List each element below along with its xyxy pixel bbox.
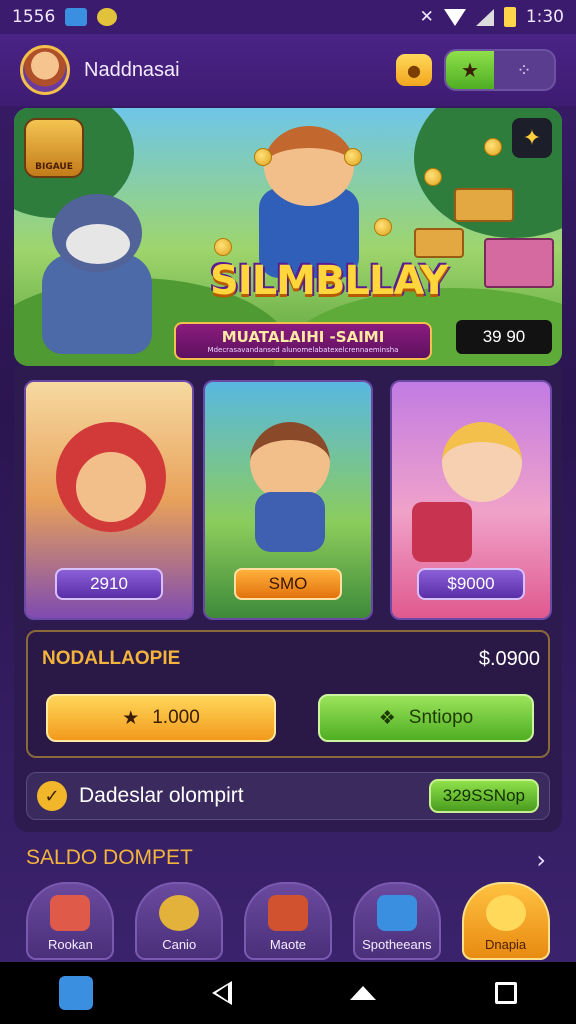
status-left-text: 1556 — [12, 7, 56, 27]
coin-icon — [344, 148, 362, 166]
bear-character-illustration — [32, 194, 162, 362]
gift-box-icon — [484, 238, 554, 288]
section-title: SALDO DOMPET — [26, 846, 193, 869]
tab-label: Spotheeans — [362, 937, 432, 952]
home-icon[interactable] — [350, 986, 377, 1000]
tab-label: Canio — [162, 937, 197, 952]
status-bar: 1556 ✕ 1:30 — [0, 0, 576, 34]
coin-icon — [374, 218, 392, 236]
shop-card[interactable]: $9000 — [390, 380, 552, 620]
gift-box-icon — [412, 502, 472, 562]
hero-ribbon: MUATALAIHI -SAIMI Mdecrasavandansed alun… — [174, 322, 432, 360]
back-icon[interactable] — [211, 981, 232, 1005]
star-icon: ★ — [461, 58, 479, 82]
shop-panel: 2910 SMO $9000 NODALLAOPIE $.0900 ★ 1.00… — [14, 366, 562, 832]
tab-spotheeans[interactable]: Spotheeans — [352, 882, 441, 960]
hero-price-tag[interactable]: 39 90 — [456, 320, 552, 354]
coin-icon: ● — [407, 60, 421, 80]
tab-dnapia[interactable]: Dnapia — [461, 882, 550, 960]
buy-gold-label: 1.000 — [152, 707, 200, 728]
coin-icon — [214, 238, 232, 256]
shop-card[interactable]: 2910 — [24, 380, 194, 620]
hero-badge: BIGAUE — [24, 118, 84, 178]
toggle-on-segment[interactable]: ★ — [446, 51, 494, 89]
status-time: 1:30 — [525, 7, 564, 27]
recent-apps-icon[interactable] — [494, 982, 517, 1004]
card-price[interactable]: 2910 — [55, 568, 163, 600]
coin-icon — [254, 148, 272, 166]
app-header: Naddnasai ● ★ ⁘ — [0, 34, 576, 106]
coin-button[interactable]: ● — [396, 54, 432, 86]
tab-label: Dnapia — [484, 937, 527, 952]
photo-notification-icon — [65, 8, 88, 26]
tab-rookan[interactable]: Rookan — [26, 882, 115, 960]
bottom-tab-bar: Rookan Canio Maote Spotheeans Dnapia — [0, 882, 576, 962]
buy-gold-button[interactable]: ★ 1.000 — [46, 694, 276, 742]
chevron-right-icon[interactable]: › — [536, 846, 546, 874]
mute-icon: ✕ — [419, 7, 434, 27]
rocket-icon — [50, 895, 91, 931]
chest-icon — [454, 188, 514, 222]
leaf-icon: ❖ — [378, 708, 396, 729]
check-icon: ✓ — [37, 781, 67, 811]
puzzle-icon — [159, 895, 200, 931]
wallet-text: Dadeslar olompirt — [79, 784, 244, 807]
wallet-pill-button[interactable]: 329SSNop — [428, 779, 539, 813]
grid-icon: ⁘ — [516, 59, 532, 81]
character-face — [76, 452, 146, 522]
tab-maote[interactable]: Maote — [243, 882, 332, 960]
coin-icon — [424, 168, 442, 186]
mode-toggle[interactable]: ★ ⁘ — [444, 49, 556, 91]
username: Naddnasai — [84, 58, 180, 81]
smiley-icon — [485, 895, 526, 931]
buy-green-label: Sntiopo — [408, 707, 474, 728]
coin-icon — [484, 138, 502, 156]
signal-icon — [475, 8, 494, 26]
battery-icon — [503, 7, 516, 27]
toggle-off-segment[interactable]: ⁘ — [494, 51, 554, 89]
tab-canio[interactable]: Canio — [135, 882, 224, 960]
hero-badge-label: BIGAUE — [35, 162, 73, 172]
purchase-box: NODALLAOPIE $.0900 ★ 1.000 ❖ Sntiopo — [26, 630, 550, 758]
star-icon: ★ — [122, 708, 140, 729]
card-price[interactable]: $9000 — [417, 568, 525, 600]
book-icon — [267, 895, 308, 931]
ribbon-title: MUATALAIHI -SAIMI — [221, 328, 385, 346]
chest-icon — [414, 228, 464, 258]
adventurer-character-illustration — [250, 422, 330, 502]
game-notification-icon — [97, 8, 118, 26]
wifi-icon — [443, 8, 466, 26]
safe-icon — [376, 895, 417, 931]
character-body — [255, 492, 325, 552]
shop-card[interactable]: SMO — [203, 380, 373, 620]
system-nav-bar — [0, 962, 576, 1024]
buy-green-button[interactable]: ❖ Sntiopo — [318, 694, 534, 742]
tab-label: Maote — [269, 937, 307, 952]
game-logo: SILMBLLAY — [210, 258, 449, 304]
hero-banner[interactable]: BIGAUE ✦ SILMBLLAY MUATALAIHI -SAIMI Mde… — [14, 108, 562, 366]
purchase-amount: $.0900 — [478, 648, 540, 670]
wallet-row[interactable]: ✓ Dadeslar olompirt 329SSNop — [26, 772, 550, 820]
purchase-label: NODALLAOPIE — [42, 648, 181, 669]
avatar[interactable] — [20, 45, 70, 95]
ribbon-subtitle: Mdecrasavandansed alunomelabatexelcrenna… — [207, 346, 399, 354]
tab-label: Rookan — [47, 937, 93, 952]
header-actions: ● ★ ⁘ — [396, 49, 556, 91]
sword-icon[interactable]: ✦ — [512, 118, 552, 158]
girl-character-illustration — [442, 422, 522, 502]
card-price[interactable]: SMO — [234, 568, 342, 600]
home-app-icon[interactable] — [59, 976, 94, 1010]
